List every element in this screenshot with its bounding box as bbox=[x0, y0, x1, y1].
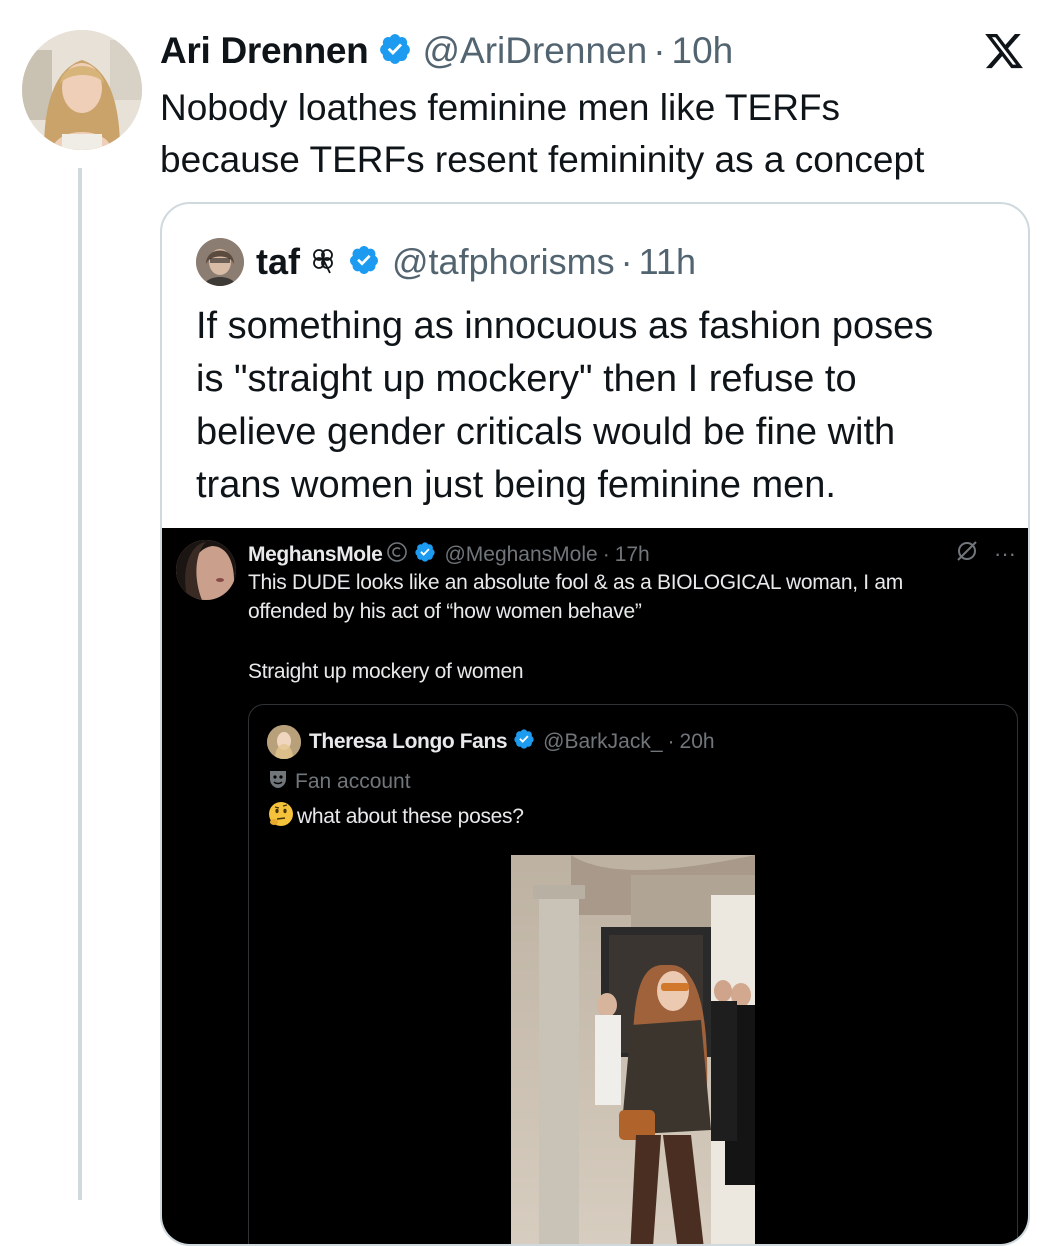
quoted-author-handle[interactable]: @tafphorisms bbox=[392, 241, 615, 283]
author-handle[interactable]: @AriDrennen bbox=[422, 30, 647, 72]
quoted-timestamp[interactable]: 11h bbox=[639, 241, 696, 283]
inner-text-content: what about these poses? bbox=[297, 805, 524, 828]
tweet-header: Ari Drennen @AriDrennen · 10h bbox=[160, 26, 733, 76]
quoted-text-line: is "straight up mockery" then I refuse t… bbox=[196, 358, 857, 400]
clover-icon bbox=[308, 245, 338, 280]
author-avatar[interactable] bbox=[22, 30, 142, 150]
verified-badge-icon bbox=[513, 728, 535, 756]
embedded-author-avatar bbox=[176, 540, 236, 600]
inner-tweet-header: Theresa Longo Fans @BarkJack_ · 20h bbox=[267, 725, 715, 759]
tweet-text-line: because TERFs resent femininity as a con… bbox=[160, 139, 925, 180]
embedded-text-line: offended by his act of “how women behave… bbox=[248, 600, 642, 623]
quoted-tweet-card[interactable]: taf @tafphorisms · 11h If something as i… bbox=[160, 202, 1030, 1246]
inner-timestamp: 20h bbox=[679, 730, 715, 753]
thread-connector-line bbox=[78, 168, 82, 1200]
quoted-tweet-header: taf @tafphorisms · 11h bbox=[196, 236, 696, 288]
timestamp[interactable]: 10h bbox=[672, 30, 734, 72]
tweet-text: Nobody loathes feminine men like TERFs b… bbox=[160, 82, 1020, 186]
embedded-tweet-header: MeghansMole @MeghansMole · 17h bbox=[248, 540, 650, 570]
inner-author-handle: @BarkJack_ bbox=[543, 730, 663, 753]
embedded-text-line: Straight up mockery of women bbox=[248, 660, 524, 683]
inner-quoted-tweet: Theresa Longo Fans @BarkJack_ · 20h Fan … bbox=[248, 704, 1018, 1244]
quoted-text-line: believe gender criticals would be fine w… bbox=[196, 411, 896, 453]
quoted-text-line: If something as innocuous as fashion pos… bbox=[196, 305, 934, 347]
separator-dot: · bbox=[667, 730, 675, 753]
tweet-text-line: Nobody loathes feminine men like TERFs bbox=[160, 87, 841, 128]
grok-icon bbox=[954, 538, 980, 570]
separator-dot: · bbox=[653, 30, 666, 71]
inner-author-avatar bbox=[267, 725, 301, 759]
inner-tweet-text: what about these poses? bbox=[267, 801, 524, 833]
fashion-photo bbox=[511, 855, 755, 1244]
author-name[interactable]: Ari Drennen bbox=[160, 30, 369, 72]
embedded-tweet-text: This DUDE looks like an absolute fool & … bbox=[248, 568, 988, 686]
verified-badge-icon bbox=[348, 244, 380, 281]
embedded-actions: ··· bbox=[954, 540, 1016, 568]
embedded-timestamp: 17h bbox=[614, 543, 650, 566]
quoted-author-avatar[interactable] bbox=[196, 238, 244, 286]
embedded-screenshot[interactable]: MeghansMole @MeghansMole · 17h ··· This … bbox=[162, 528, 1028, 1244]
quoted-text-line: trans women just being feminine men. bbox=[196, 464, 836, 506]
quoted-tweet-text: If something as innocuous as fashion pos… bbox=[196, 300, 1006, 512]
fan-account-text: Fan account bbox=[295, 770, 411, 793]
verified-badge-icon bbox=[378, 32, 412, 71]
embedded-author-name: MeghansMole bbox=[248, 543, 383, 566]
thinking-face-icon bbox=[267, 800, 295, 834]
separator-dot: · bbox=[620, 241, 633, 282]
quoted-author-name[interactable]: taf bbox=[256, 241, 300, 283]
inner-author-name: Theresa Longo Fans bbox=[309, 730, 508, 753]
embedded-author-handle: @MeghansMole bbox=[444, 543, 598, 566]
x-logo-icon[interactable] bbox=[982, 30, 1026, 72]
separator-dot: · bbox=[602, 543, 610, 566]
embedded-text-line: This DUDE looks like an absolute fool & … bbox=[248, 571, 903, 594]
theater-masks-icon bbox=[267, 768, 289, 796]
verified-badge-icon bbox=[414, 541, 436, 569]
more-options-icon: ··· bbox=[994, 541, 1016, 566]
copyright-icon bbox=[386, 541, 408, 569]
fan-account-label: Fan account bbox=[267, 767, 411, 797]
